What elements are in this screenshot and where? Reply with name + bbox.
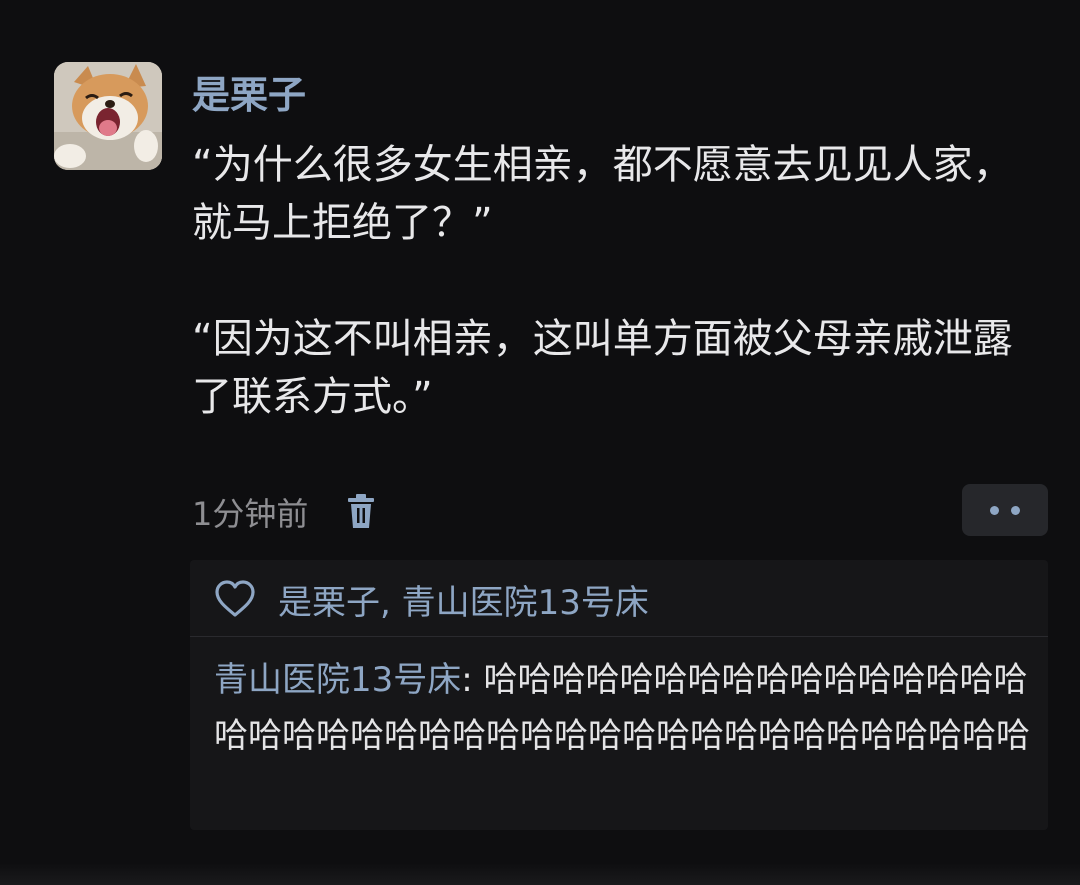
post-timestamp: 1分钟前 (192, 495, 309, 533)
avatar[interactable] (54, 62, 162, 170)
likes-row: 是栗子, 青山医院13号床 (214, 574, 649, 624)
comment-item[interactable]: 青山医院13号床: 哈哈哈哈哈哈哈哈哈哈哈哈哈哈哈哈哈哈哈哈哈哈哈哈哈哈哈哈哈哈… (214, 652, 1036, 764)
more-actions-button[interactable] (962, 484, 1048, 536)
comment-author[interactable]: 青山医院13号床 (214, 660, 461, 700)
trash-icon[interactable] (346, 494, 376, 530)
author-name[interactable]: 是栗子 (192, 70, 306, 120)
post-content: “为什么很多女生相亲，都不愿意去见见人家，就马上拒绝了？” “因为这不叫相亲，这… (192, 136, 1052, 426)
moment-post: 是栗子 “为什么很多女生相亲，都不愿意去见见人家，就马上拒绝了？” “因为这不叫… (0, 0, 1080, 885)
more-dots-icon (1011, 505, 1020, 515)
bottom-edge (0, 863, 1080, 885)
post-paragraph: “因为这不叫相亲，这叫单方面被父母亲戚泄露了联系方式。” (192, 316, 1013, 420)
post-paragraph: “为什么很多女生相亲，都不愿意去见见人家，就马上拒绝了？” (192, 142, 1013, 246)
heart-icon (214, 580, 256, 618)
liked-by-names[interactable]: 是栗子, 青山医院13号床 (278, 575, 649, 624)
post-meta: 1分钟前 (192, 488, 376, 536)
more-dots-icon (990, 505, 999, 515)
shiba-dog-avatar-image (54, 62, 162, 170)
divider (190, 636, 1048, 637)
comment-separator: : (461, 660, 484, 700)
reactions-panel: 是栗子, 青山医院13号床 青山医院13号床: 哈哈哈哈哈哈哈哈哈哈哈哈哈哈哈哈… (190, 560, 1048, 830)
